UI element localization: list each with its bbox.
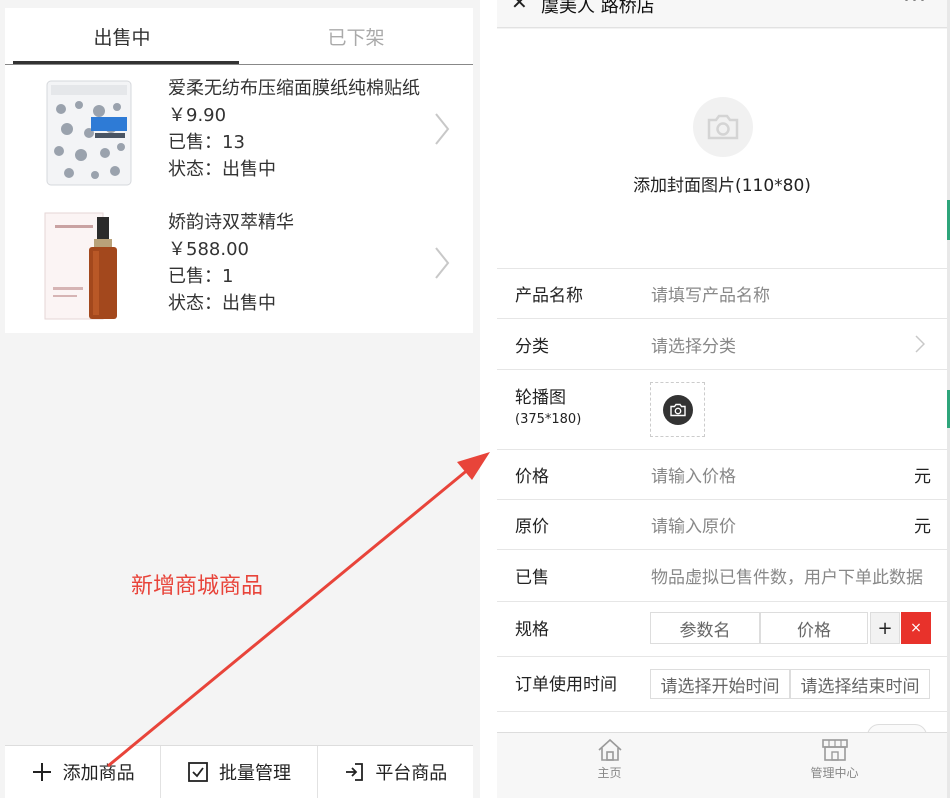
usage-time-row: 订单使用时间 请选择开始时间 请选择结束时间 [497,657,947,712]
banner-size-hint: (375*180) [515,412,582,427]
spec-price-input[interactable]: 价格 [760,612,868,644]
add-spec-button[interactable]: + [870,612,900,644]
original-price-label: 原价 [515,517,549,537]
chevron-right-icon [435,113,450,145]
sold-count-input[interactable]: 物品虚拟已售件数，用户下单此数据 [651,563,923,588]
more-menu-icon[interactable]: ··· [903,0,927,13]
chevron-right-icon [435,247,450,279]
banner-row: 轮播图 (375*180) [497,370,947,450]
annotation-text: 新增商城商品 [131,574,264,599]
home-icon [597,738,622,761]
chevron-right-icon [915,335,925,353]
product-image-serum [44,212,117,320]
spec-row: 规格 参数名 价格 + × [497,602,947,657]
price-unit: 元 [914,467,931,487]
delete-spec-button[interactable]: × [901,612,931,644]
camera-icon [662,394,693,425]
nav-home-label: 主页 [597,766,622,780]
product-sold-count: 已售：1 [168,266,234,287]
product-name-label: 产品名称 [515,286,583,306]
tab-on-sale[interactable]: 出售中 [5,8,239,64]
add-product-screen: ✕ 虞美人 路桥店 ··· 添加封面图片(110*80) 产品名称 请填写产品名… [497,0,947,798]
add-product-button[interactable]: 添加商品 [5,746,162,798]
price-label: 价格 [515,467,549,487]
banner-label: 轮播图 [515,388,566,408]
platform-products-button[interactable]: 平台商品 [318,746,473,798]
price-row: 价格 请输入价格 元 [497,450,947,500]
start-time-picker[interactable]: 请选择开始时间 [650,669,790,699]
product-name: 爱柔无纺布压缩面膜纸纯棉贴纸 [168,78,420,99]
category-row[interactable]: 分类 请选择分类 [497,319,947,370]
close-icon[interactable]: ✕ [511,0,528,14]
page-title: 虞美人 路桥店 [541,0,655,17]
sold-count-label: 已售 [515,568,549,588]
banner-upload-button[interactable] [650,382,705,437]
cover-image-upload[interactable]: 添加封面图片(110*80) [497,29,947,269]
plus-icon [32,763,51,781]
tab-off-shelf[interactable]: 已下架 [239,8,473,64]
login-arrow-icon [346,763,364,781]
spec-name-input[interactable]: 参数名 [650,612,760,644]
original-price-input[interactable]: 请输入原价 [651,512,736,537]
checkbox-icon [188,762,208,782]
batch-manage-label: 批量管理 [218,763,291,784]
product-name-row: 产品名称 请填写产品名称 [497,269,947,319]
product-item[interactable]: 爱柔无纺布压缩面膜纸纯棉贴纸 ￥9.90 已售：13 状态：出售中 [5,65,473,199]
product-item[interactable]: 娇韵诗双萃精华 ￥588.00 已售：1 状态：出售中 [5,199,473,333]
store-icon [821,739,848,761]
product-price: ￥9.90 [168,105,227,126]
end-time-picker[interactable]: 请选择结束时间 [790,669,930,699]
nav-home[interactable]: 主页 [497,733,722,798]
product-info: 娇韵诗双萃精华 ￥588.00 已售：1 状态：出售中 [168,209,428,317]
bottom-action-bar: 添加商品 批量管理 平台商品 [5,745,473,798]
cover-image-hint: 添加封面图片(110*80) [633,176,811,196]
product-sold-count: 已售：13 [168,132,245,153]
camera-icon [693,97,753,157]
nav-management-label: 管理中心 [810,766,859,780]
product-price: ￥588.00 [168,239,249,260]
category-select[interactable]: 请选择分类 [651,332,736,357]
status-tabs: 出售中 已下架 [5,8,473,64]
price-input[interactable]: 请输入价格 [651,462,736,487]
product-status: 状态：出售中 [168,159,276,180]
product-name: 娇韵诗双萃精华 [168,212,294,233]
product-info: 爱柔无纺布压缩面膜纸纯棉贴纸 ￥9.90 已售：13 状态：出售中 [168,75,428,183]
nav-management-center[interactable]: 管理中心 [722,733,947,798]
next-row-partial [497,712,947,748]
original-price-unit: 元 [914,517,931,537]
sold-count-row: 已售 物品虚拟已售件数，用户下单此数据 [497,550,947,602]
spec-label: 规格 [515,620,549,640]
product-status: 状态：出售中 [168,293,276,314]
product-name-input[interactable]: 请填写产品名称 [651,281,770,306]
category-label: 分类 [515,337,549,357]
product-list-screen: 出售中 已下架 爱柔无纺布压缩面膜纸纯棉贴纸 ￥9.90 已售：13 状态：出售… [0,0,480,798]
original-price-row: 原价 请输入原价 元 [497,500,947,550]
bottom-navigation: 主页 管理中心 [497,732,947,798]
add-product-label: 添加商品 [62,763,135,784]
batch-manage-button[interactable]: 批量管理 [161,746,318,798]
title-bar: ✕ 虞美人 路桥店 ··· [497,0,947,28]
usage-time-label: 订单使用时间 [515,675,617,695]
platform-products-label: 平台商品 [375,763,448,784]
product-image-mask-paper [46,80,132,186]
